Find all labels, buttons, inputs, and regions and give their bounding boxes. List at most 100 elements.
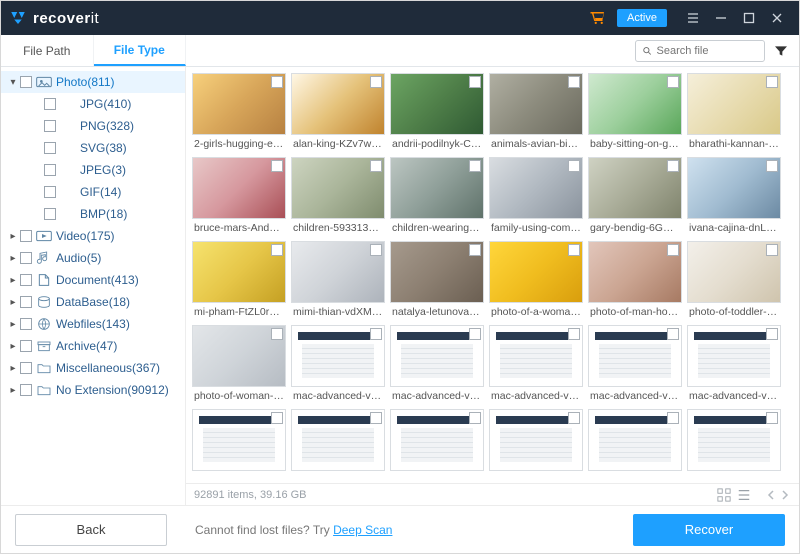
checkbox[interactable]: [20, 252, 32, 264]
thumb[interactable]: [192, 409, 286, 477]
thumbnail-grid[interactable]: 2-girls-hugging-eac... alan-king-KZv7w34…: [186, 67, 799, 483]
thumb[interactable]: 2-girls-hugging-eac...: [192, 73, 286, 153]
thumb[interactable]: gary-bendig-6GMq7...: [588, 157, 682, 237]
tree-item-photo[interactable]: ▾ Photo(811): [1, 71, 185, 93]
search-input[interactable]: [657, 45, 759, 57]
checkbox[interactable]: [568, 76, 580, 88]
tree-item-jpeg[interactable]: JPEG(3): [1, 159, 185, 181]
thumb[interactable]: [489, 409, 583, 477]
tab-file-type[interactable]: File Type: [94, 35, 187, 66]
thumb[interactable]: [390, 409, 484, 477]
checkbox[interactable]: [20, 318, 32, 330]
checkbox[interactable]: [20, 384, 32, 396]
checkbox[interactable]: [568, 160, 580, 172]
thumb[interactable]: animals-avian-birds-...: [489, 73, 583, 153]
checkbox[interactable]: [44, 120, 56, 132]
thumb[interactable]: photo-of-woman-usi...: [192, 325, 286, 405]
checkbox[interactable]: [667, 160, 679, 172]
checkbox[interactable]: [667, 412, 679, 424]
thumb[interactable]: mac-advanced-vide...: [291, 325, 385, 405]
checkbox[interactable]: [469, 328, 481, 340]
checkbox[interactable]: [44, 164, 56, 176]
close-icon[interactable]: [763, 1, 791, 35]
chevron-down-icon[interactable]: ▾: [7, 76, 19, 88]
checkbox[interactable]: [370, 160, 382, 172]
recover-button[interactable]: Recover: [633, 514, 785, 546]
maximize-icon[interactable]: [735, 1, 763, 35]
thumb[interactable]: alan-king-KZv7w34tl...: [291, 73, 385, 153]
checkbox[interactable]: [469, 244, 481, 256]
filter-icon[interactable]: [773, 43, 789, 59]
checkbox[interactable]: [20, 296, 32, 308]
checkbox[interactable]: [271, 328, 283, 340]
chevron-right-icon[interactable]: ▸: [7, 230, 19, 242]
checkbox[interactable]: [271, 412, 283, 424]
checkbox[interactable]: [370, 244, 382, 256]
tree-item-jpg[interactable]: JPG(410): [1, 93, 185, 115]
checkbox[interactable]: [568, 328, 580, 340]
thumb[interactable]: mac-advanced-vide...: [588, 325, 682, 405]
tree-item-document[interactable]: ▸Document(413): [1, 269, 185, 291]
tree-item-webfiles[interactable]: ▸Webfiles(143): [1, 313, 185, 335]
thumb[interactable]: photo-of-toddler-sm...: [687, 241, 781, 321]
tree-item-png[interactable]: PNG(328): [1, 115, 185, 137]
checkbox[interactable]: [271, 244, 283, 256]
checkbox[interactable]: [469, 160, 481, 172]
checkbox[interactable]: [20, 76, 32, 88]
checkbox[interactable]: [667, 328, 679, 340]
thumb[interactable]: andrii-podilnyk-CFtf...: [390, 73, 484, 153]
thumb[interactable]: bruce-mars-AndE50...: [192, 157, 286, 237]
thumb[interactable]: [588, 409, 682, 477]
checkbox[interactable]: [20, 274, 32, 286]
thumb[interactable]: family-using-comput...: [489, 157, 583, 237]
thumb[interactable]: mac-advanced-vide...: [687, 325, 781, 405]
back-button[interactable]: Back: [15, 514, 167, 546]
thumb[interactable]: children-wearing-pi...: [390, 157, 484, 237]
tree-item-database[interactable]: ▸DataBase(18): [1, 291, 185, 313]
checkbox[interactable]: [370, 328, 382, 340]
thumb[interactable]: baby-sitting-on-gree...: [588, 73, 682, 153]
checkbox[interactable]: [568, 412, 580, 424]
tree-item-noext[interactable]: ▸No Extension(90912): [1, 379, 185, 401]
deep-scan-link[interactable]: Deep Scan: [333, 523, 392, 537]
thumb[interactable]: ivana-cajina-dnL6ZI...: [687, 157, 781, 237]
thumb[interactable]: mi-pham-FtZL0r4DZ...: [192, 241, 286, 321]
checkbox[interactable]: [766, 328, 778, 340]
chevron-right-icon[interactable]: ▸: [7, 296, 19, 308]
chevron-right-icon[interactable]: ▸: [7, 362, 19, 374]
tree-item-video[interactable]: ▸Video(175): [1, 225, 185, 247]
view-grid-icon[interactable]: [717, 488, 731, 502]
thumb[interactable]: children-593313_19...: [291, 157, 385, 237]
checkbox[interactable]: [766, 412, 778, 424]
checkbox[interactable]: [20, 362, 32, 374]
checkbox[interactable]: [44, 142, 56, 154]
sidebar-tree[interactable]: ▾ Photo(811) JPG(410) PNG(328) SVG(38) J…: [1, 67, 186, 505]
tree-item-misc[interactable]: ▸Miscellaneous(367): [1, 357, 185, 379]
chevron-right-icon[interactable]: ▸: [7, 274, 19, 286]
tree-item-archive[interactable]: ▸Archive(47): [1, 335, 185, 357]
checkbox[interactable]: [44, 208, 56, 220]
page-prev-icon[interactable]: [765, 489, 777, 501]
chevron-right-icon[interactable]: ▸: [7, 340, 19, 352]
tab-file-path[interactable]: File Path: [1, 35, 94, 66]
thumb[interactable]: photo-of-a-woman-h...: [489, 241, 583, 321]
thumb[interactable]: [687, 409, 781, 477]
view-list-icon[interactable]: [737, 488, 751, 502]
thumb[interactable]: photo-of-man-holdin...: [588, 241, 682, 321]
cart-icon[interactable]: [589, 9, 607, 27]
thumb[interactable]: mac-advanced-vide...: [390, 325, 484, 405]
checkbox[interactable]: [766, 160, 778, 172]
search-input-wrap[interactable]: [635, 40, 765, 62]
tree-item-audio[interactable]: ▸Audio(5): [1, 247, 185, 269]
checkbox[interactable]: [44, 98, 56, 110]
thumb[interactable]: mimi-thian-vdXMSiX...: [291, 241, 385, 321]
tree-item-svg[interactable]: SVG(38): [1, 137, 185, 159]
page-next-icon[interactable]: [779, 489, 791, 501]
checkbox[interactable]: [271, 76, 283, 88]
checkbox[interactable]: [44, 186, 56, 198]
active-badge[interactable]: Active: [617, 9, 667, 27]
checkbox[interactable]: [766, 244, 778, 256]
tree-item-bmp[interactable]: BMP(18): [1, 203, 185, 225]
checkbox[interactable]: [568, 244, 580, 256]
thumb[interactable]: mac-advanced-vide...: [489, 325, 583, 405]
